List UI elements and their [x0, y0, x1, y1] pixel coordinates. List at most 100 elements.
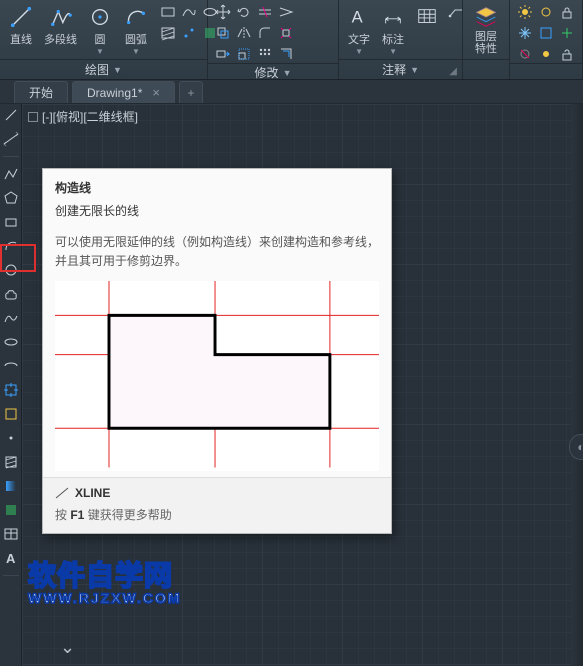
layer-off-icon[interactable]: [516, 45, 534, 63]
dimension-label: 标注: [382, 31, 404, 47]
dialog-launcher-icon[interactable]: ◢: [448, 66, 458, 76]
tooltip-subtitle: 创建无限长的线: [55, 202, 379, 219]
watermark: 软件自学网 WWW.RJZXW.COM: [28, 554, 182, 606]
lt-polyline-icon[interactable]: [2, 165, 20, 183]
line-button[interactable]: 直线: [6, 3, 36, 49]
move-icon[interactable]: [214, 3, 232, 21]
tab-start[interactable]: 开始: [14, 81, 68, 103]
tab-drawing1[interactable]: Drawing1* ×: [72, 81, 175, 103]
tab-add[interactable]: +: [179, 81, 203, 103]
lt-ellipse-icon[interactable]: [2, 333, 20, 351]
panel-title-modify[interactable]: 修改 ▼: [208, 63, 338, 81]
offset-icon[interactable]: [277, 45, 295, 63]
modify-tools: [214, 3, 295, 63]
circle-icon: [87, 5, 113, 29]
ribbon-panel-overflow: [510, 0, 583, 79]
panel-title-modify-label: 修改: [255, 64, 279, 81]
text-icon: A: [347, 5, 371, 29]
lt-spline-icon[interactable]: [2, 309, 20, 327]
layer-properties-button[interactable]: 图层特性: [471, 3, 501, 57]
line-label: 直线: [10, 31, 32, 47]
text-button[interactable]: A 文字 ▼: [345, 3, 373, 58]
dropdown-marker: ▼: [355, 47, 363, 56]
svg-text:A: A: [352, 9, 363, 27]
arc-button[interactable]: 圆弧 ▼: [121, 3, 151, 58]
circle-button[interactable]: 圆 ▼: [85, 3, 115, 58]
highlight-marker: [0, 244, 36, 272]
drawing-canvas[interactable]: [-][俯视][二维线框] ◐ 构造线 创建无限长的线 可以使用无限延伸的线（例…: [22, 104, 583, 666]
separator: [3, 575, 19, 576]
dropdown-marker: ▼: [96, 47, 104, 56]
extend-icon[interactable]: [277, 3, 295, 21]
command-chevron-icon[interactable]: ⌄: [60, 637, 75, 658]
stretch-icon[interactable]: [214, 45, 232, 63]
trim-icon[interactable]: [256, 3, 274, 21]
overflow-tools: [516, 3, 576, 63]
lt-table-icon[interactable]: [2, 525, 20, 543]
lt-region-icon[interactable]: [2, 501, 20, 519]
table-icon: [415, 5, 439, 29]
close-icon[interactable]: ×: [152, 85, 160, 100]
scale-icon[interactable]: [235, 45, 253, 63]
dimension-button[interactable]: 标注 ▼: [379, 3, 407, 58]
tooltip-help-suffix: 键获得更多帮助: [84, 508, 171, 522]
watermark-line1: 软件自学网: [28, 554, 182, 594]
lt-point-icon[interactable]: [2, 429, 20, 447]
rectangle-icon[interactable]: [159, 3, 177, 21]
lt-revcloud-icon[interactable]: [2, 285, 20, 303]
array-icon[interactable]: [256, 45, 274, 63]
layer-lock-icon[interactable]: [558, 3, 576, 21]
lt-hatch-icon[interactable]: [2, 453, 20, 471]
arc-icon: [123, 5, 149, 29]
ribbon-panel-modify: 修改 ▼: [208, 0, 339, 79]
mirror-icon[interactable]: [235, 24, 253, 42]
watermark-line2: WWW.RJZXW.COM: [28, 590, 182, 606]
arc-label: 圆弧: [125, 31, 147, 47]
polyline-button[interactable]: 多段线: [42, 3, 79, 49]
chevron-down-icon: ▼: [410, 65, 419, 75]
lt-gradient-icon[interactable]: [2, 477, 20, 495]
layer-iso-icon[interactable]: [537, 24, 555, 42]
lt-polygon-icon[interactable]: [2, 189, 20, 207]
layer-stack-icon: [473, 5, 499, 29]
panel-title-annotation[interactable]: 注释 ▼ ◢: [339, 59, 462, 79]
spline-icon[interactable]: [180, 3, 198, 21]
dropdown-marker: ▼: [389, 47, 397, 56]
layer-thaw-icon[interactable]: [537, 45, 555, 63]
tooltip-title: 构造线: [55, 179, 379, 196]
xline-icon: [55, 486, 69, 500]
explode-icon[interactable]: [277, 24, 295, 42]
lt-block-icon[interactable]: [2, 405, 20, 423]
dropdown-marker: ▼: [132, 47, 140, 56]
panel-title-draw[interactable]: 绘图 ▼: [0, 59, 207, 79]
point-icon[interactable]: [180, 24, 198, 42]
rotate-icon[interactable]: [235, 3, 253, 21]
copy-icon[interactable]: [214, 24, 232, 42]
view-label[interactable]: [-][俯视][二维线框]: [28, 108, 138, 125]
chevron-down-icon: ▼: [283, 68, 292, 78]
layer-unlock-icon[interactable]: [558, 45, 576, 63]
svg-text:A: A: [6, 551, 16, 566]
command-tooltip: 构造线 创建无限长的线 可以使用无限延伸的线（例如构造线）来创建构造和参考线，并…: [42, 168, 392, 534]
lt-line-icon[interactable]: [2, 106, 20, 124]
hatch-icon[interactable]: [159, 24, 177, 42]
panel-title-annotation-label: 注释: [382, 61, 406, 78]
layer-on-icon[interactable]: [537, 3, 555, 21]
tooltip-command: XLINE: [75, 486, 110, 500]
table-button[interactable]: [413, 3, 441, 31]
lt-insert-icon[interactable]: [2, 381, 20, 399]
lt-rectangle-icon[interactable]: [2, 213, 20, 231]
circle-label: 圆: [95, 31, 106, 47]
lt-text-icon[interactable]: A: [2, 549, 20, 567]
fillet-icon[interactable]: [256, 24, 274, 42]
sun-icon[interactable]: [516, 3, 534, 21]
line-icon: [8, 5, 34, 29]
layer-freeze-icon[interactable]: [516, 24, 534, 42]
tooltip-description: 可以使用无限延伸的线（例如构造线）来创建构造和参考线，并且其可用于修剪边界。: [55, 233, 379, 271]
ribbon-panel-annotation: A 文字 ▼ 标注 ▼ 注释 ▼ ◢: [339, 0, 463, 79]
lt-xline-icon[interactable]: [2, 130, 20, 148]
lt-ellipsearc-icon[interactable]: [2, 357, 20, 375]
panel-title-draw-label: 绘图: [85, 61, 109, 78]
polyline-label: 多段线: [44, 31, 77, 47]
layer-match-icon[interactable]: [558, 24, 576, 42]
